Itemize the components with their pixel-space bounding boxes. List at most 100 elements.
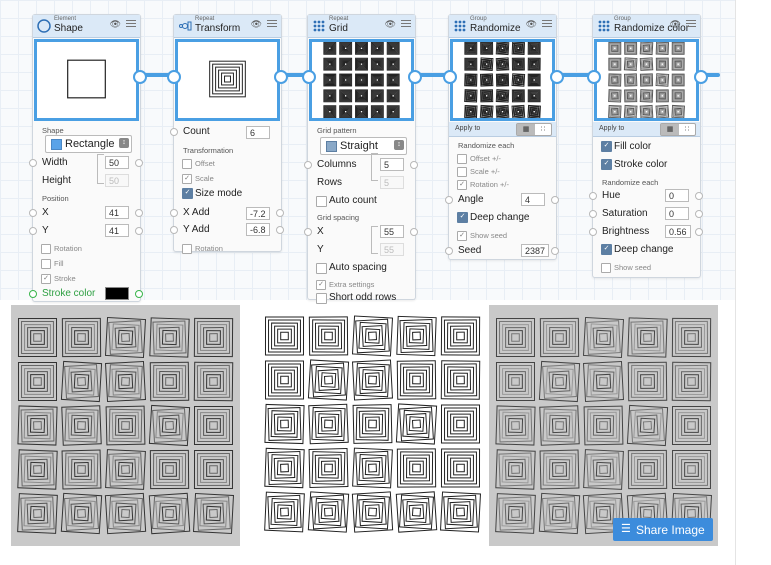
columns-out-port[interactable]	[410, 161, 418, 169]
randomize-input-connector[interactable]	[443, 70, 457, 84]
hue-out-port[interactable]	[695, 192, 703, 200]
stroke-color-out-port[interactable]	[135, 290, 143, 298]
stroke-color-swatch[interactable]	[105, 287, 129, 300]
apply-each-icon[interactable]: ∷	[535, 124, 551, 135]
width-port[interactable]	[29, 159, 37, 167]
rotation-checkbox[interactable]	[41, 244, 51, 254]
count-port[interactable]	[170, 128, 178, 136]
spacing-x-out-port[interactable]	[410, 228, 418, 236]
randomize-color-input-connector[interactable]	[587, 70, 601, 84]
fill-checkbox[interactable]	[41, 259, 51, 269]
y-port[interactable]	[29, 227, 37, 235]
deep-change-checkbox[interactable]: ✓	[601, 244, 612, 255]
x-input[interactable]: 41	[105, 206, 129, 219]
menu-icon[interactable]	[686, 20, 696, 29]
y-out-port[interactable]	[135, 227, 143, 235]
transform-rotation-checkbox[interactable]	[182, 244, 192, 254]
grid-node[interactable]: Repeat Grid 👁 Grid pattern Straight ↕ Co…	[304, 14, 418, 304]
xadd-input[interactable]: -7.2	[246, 207, 270, 220]
offset-checkbox[interactable]	[182, 159, 192, 169]
scale-checkbox[interactable]: ✓	[182, 174, 192, 184]
eye-icon[interactable]: 👁	[385, 19, 396, 30]
brightness-input[interactable]: 0.56	[665, 225, 691, 238]
transform-node-header[interactable]: Repeat Transform 👁	[174, 15, 281, 38]
yadd-port[interactable]	[170, 226, 178, 234]
shape-node-header[interactable]: Element Shape 👁	[33, 15, 140, 38]
randomize-color-node[interactable]: Group Randomize color 👁 Apply to ▦ ∷ ✓ Fil…	[589, 14, 703, 278]
spacing-x-input[interactable]: 55	[380, 225, 404, 238]
angle-port[interactable]	[445, 196, 453, 204]
width-input[interactable]: 50	[105, 156, 129, 169]
columns-input[interactable]: 5	[380, 158, 404, 171]
eye-icon[interactable]: 👁	[110, 19, 121, 30]
grid-input-connector[interactable]	[302, 70, 316, 84]
brightness-port[interactable]	[589, 228, 597, 236]
apply-all-icon[interactable]: ▦	[661, 124, 679, 135]
menu-icon[interactable]	[267, 20, 277, 29]
brightness-out-port[interactable]	[695, 228, 703, 236]
menu-icon[interactable]	[126, 20, 136, 29]
saturation-port[interactable]	[589, 210, 597, 218]
height-input[interactable]: 50	[105, 174, 129, 187]
deep-change-checkbox[interactable]: ✓	[457, 212, 468, 223]
apply-all-icon[interactable]: ▦	[517, 124, 535, 135]
spacing-x-port[interactable]	[304, 228, 312, 236]
shape-node[interactable]: Element Shape 👁 Shape Rectangle ↕ Width 5…	[29, 14, 143, 302]
y-input[interactable]: 41	[105, 224, 129, 237]
columns-port[interactable]	[304, 161, 312, 169]
fill-color-checkbox[interactable]: ✓	[601, 141, 612, 152]
share-image-button[interactable]: ☰ Share Image	[613, 518, 713, 541]
link-bracket[interactable]	[97, 154, 104, 184]
count-input[interactable]: 6	[246, 126, 270, 139]
stroke-checkbox[interactable]: ✓	[41, 274, 51, 284]
menu-icon[interactable]	[401, 20, 411, 29]
x-out-port[interactable]	[135, 209, 143, 217]
yadd-out-port[interactable]	[276, 226, 284, 234]
rows-input[interactable]: 5	[380, 176, 404, 189]
randomize-node[interactable]: Group Randomize 👁 Apply to ▦ ∷ Randomize …	[445, 14, 559, 260]
spacing-y-input[interactable]: 55	[380, 243, 404, 256]
seed-out-port[interactable]	[551, 247, 559, 255]
stroke-color-port[interactable]	[29, 290, 37, 298]
randomize-output-connector[interactable]	[550, 70, 564, 84]
seed-port[interactable]	[445, 247, 453, 255]
transform-input-connector[interactable]	[167, 70, 181, 84]
shape-output-connector[interactable]	[133, 70, 147, 84]
transform-node[interactable]: Repeat Transform 👁 Count 6 Transformation…	[170, 14, 284, 254]
yadd-input[interactable]: -6.8	[246, 223, 270, 236]
show-seed-checkbox[interactable]	[601, 263, 611, 273]
xadd-port[interactable]	[170, 209, 178, 217]
size-mode-checkbox[interactable]: ✓	[182, 188, 193, 199]
grid-node-header[interactable]: Repeat Grid 👁	[308, 15, 415, 38]
menu-icon[interactable]	[542, 20, 552, 29]
auto-spacing-checkbox[interactable]	[316, 263, 327, 274]
saturation-out-port[interactable]	[695, 210, 703, 218]
apply-each-icon[interactable]: ∷	[679, 124, 695, 135]
short-odd-rows-checkbox[interactable]	[316, 293, 327, 304]
seed-input[interactable]: 2387	[521, 244, 549, 257]
show-seed-checkbox[interactable]: ✓	[457, 231, 467, 241]
grid-link-bracket[interactable]	[371, 153, 378, 181]
angle-input[interactable]: 4	[521, 193, 545, 206]
rotation-checkbox[interactable]: ✓	[457, 180, 467, 190]
hue-port[interactable]	[589, 192, 597, 200]
eye-icon[interactable]: 👁	[670, 19, 681, 30]
width-out-port[interactable]	[135, 159, 143, 167]
xadd-out-port[interactable]	[276, 209, 284, 217]
apply-to-toggle[interactable]: ▦ ∷	[516, 123, 552, 136]
eye-icon[interactable]: 👁	[526, 19, 537, 30]
randomize-color-node-header[interactable]: Group Randomize color 👁	[593, 15, 700, 38]
hue-input[interactable]: 0	[665, 189, 689, 202]
shape-type-dropdown[interactable]: Rectangle ↕	[45, 135, 132, 153]
grid-output-connector[interactable]	[408, 70, 422, 84]
x-port[interactable]	[29, 209, 37, 217]
spacing-link-bracket[interactable]	[371, 226, 378, 254]
randomize-node-header[interactable]: Group Randomize 👁	[449, 15, 556, 38]
eye-icon[interactable]: 👁	[251, 19, 262, 30]
apply-to-toggle[interactable]: ▦ ∷	[660, 123, 696, 136]
auto-count-checkbox[interactable]	[316, 196, 327, 207]
transform-output-connector[interactable]	[274, 70, 288, 84]
grid-pattern-dropdown[interactable]: Straight ↕	[320, 137, 407, 155]
stroke-color-checkbox[interactable]: ✓	[601, 159, 612, 170]
saturation-input[interactable]: 0	[665, 207, 689, 220]
